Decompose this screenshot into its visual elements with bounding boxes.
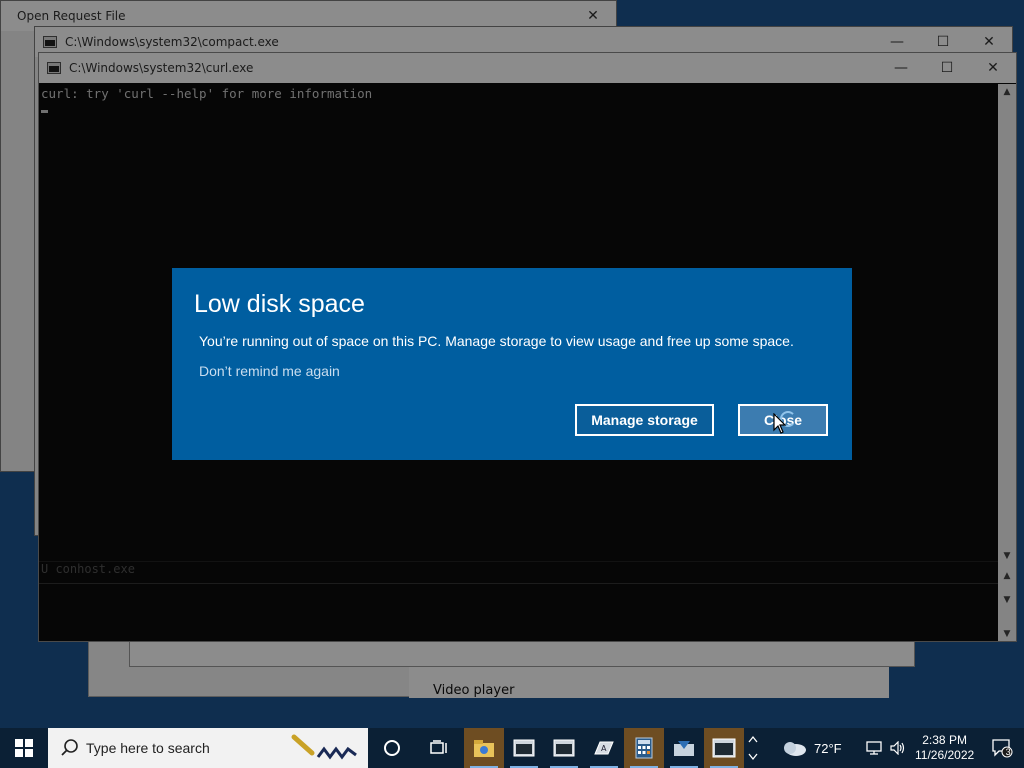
- cmd-icon: [712, 738, 736, 758]
- manage-storage-button[interactable]: Manage storage: [575, 404, 714, 436]
- action-center-button[interactable]: 3: [982, 728, 1022, 768]
- network-icon[interactable]: [865, 741, 882, 755]
- chevron-up-down-icon: [748, 735, 758, 761]
- start-button[interactable]: [0, 728, 48, 768]
- language-bar-icon: A: [594, 741, 614, 755]
- search-highlight-icon: [291, 734, 357, 760]
- taskbar-app-cmd-1[interactable]: [504, 728, 544, 768]
- svg-text:A: A: [601, 744, 607, 753]
- taskbar-app-language[interactable]: A: [584, 728, 624, 768]
- taskbar-app-calculator[interactable]: [624, 728, 664, 768]
- search-icon: [61, 739, 78, 756]
- search-box[interactable]: Type here to search: [48, 728, 368, 768]
- mouse-pointer-icon: [773, 413, 787, 434]
- cmd-icon: [553, 739, 575, 757]
- cmd-icon: [513, 739, 535, 757]
- dialog-message: You’re running out of space on this PC. …: [199, 333, 794, 349]
- taskbar: Type here to search A 72°F 2:38 PM 11/26…: [0, 728, 1024, 768]
- taskbar-app-mail[interactable]: [664, 728, 704, 768]
- clock-date: 11/26/2022: [915, 748, 975, 762]
- weather-widget[interactable]: 72°F: [780, 728, 842, 768]
- cortana-icon: [384, 740, 400, 756]
- search-placeholder: Type here to search: [86, 740, 210, 756]
- taskbar-overflow-scroller[interactable]: [744, 728, 762, 768]
- windows-logo-icon: [15, 739, 33, 757]
- calculator-icon: [635, 737, 653, 759]
- file-explorer-icon: [474, 740, 494, 757]
- clock[interactable]: 2:38 PM 11/26/2022: [914, 733, 976, 763]
- cloudy-weather-icon: [784, 742, 806, 756]
- weather-temperature: 72°F: [814, 740, 842, 756]
- task-view-icon: [430, 740, 447, 754]
- taskbar-app-cmd-2[interactable]: [544, 728, 584, 768]
- dialog-title: Low disk space: [194, 290, 365, 318]
- taskbar-app-cmd-3[interactable]: [704, 728, 744, 768]
- low-disk-space-dialog: Low disk space You’re running out of spa…: [172, 268, 852, 460]
- taskbar-app-explorer[interactable]: [464, 728, 504, 768]
- system-tray: [865, 728, 906, 768]
- dont-remind-link[interactable]: Don’t remind me again: [199, 363, 340, 379]
- volume-icon[interactable]: [890, 741, 906, 755]
- mail-icon: [674, 741, 694, 756]
- clock-time: 2:38 PM: [922, 733, 967, 747]
- task-view-button[interactable]: [416, 728, 464, 768]
- notification-count: 3: [1005, 747, 1011, 757]
- cortana-button[interactable]: [368, 728, 416, 768]
